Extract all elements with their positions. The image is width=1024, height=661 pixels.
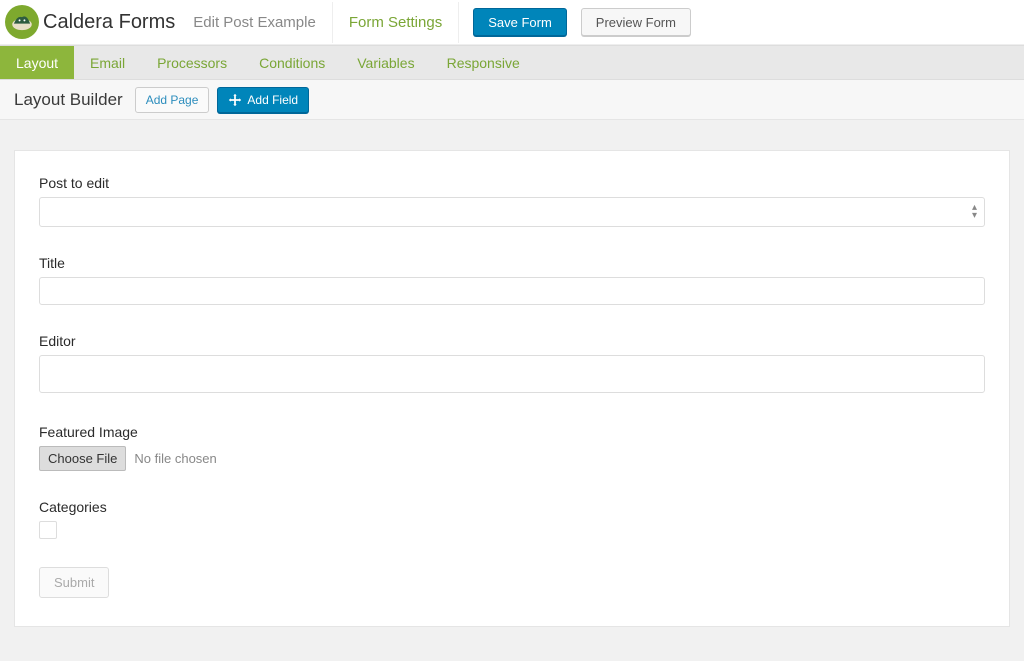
editor-label: Editor (39, 333, 985, 349)
add-field-label: Add Field (247, 94, 298, 106)
field-categories: Categories (39, 499, 985, 539)
caldera-icon (9, 9, 35, 35)
tab-processors[interactable]: Processors (141, 46, 243, 79)
featured-image-label: Featured Image (39, 424, 985, 440)
post-to-edit-select-wrap: ▴▾ (39, 197, 985, 227)
title-input[interactable] (39, 277, 985, 305)
page-subtitle: Edit Post Example (193, 14, 316, 31)
brand-title: Caldera Forms (43, 11, 175, 34)
move-icon (228, 93, 242, 107)
categories-checkbox[interactable] (39, 521, 57, 539)
brand-logo (5, 5, 39, 39)
file-status: No file chosen (134, 451, 216, 466)
save-button[interactable]: Save Form (473, 8, 567, 36)
tab-layout[interactable]: Layout (0, 46, 74, 79)
preview-button[interactable]: Preview Form (581, 8, 691, 36)
field-title: Title (39, 255, 985, 305)
tab-responsive[interactable]: Responsive (431, 46, 536, 79)
top-bar: Caldera Forms Edit Post Example Form Set… (0, 0, 1024, 45)
tabs-bar: Layout Email Processors Conditions Varia… (0, 45, 1024, 80)
submit-button[interactable]: Submit (39, 567, 109, 598)
field-post-to-edit: Post to edit ▴▾ (39, 175, 985, 227)
field-editor: Editor (39, 333, 985, 396)
editor-textarea[interactable] (39, 355, 985, 393)
add-field-button[interactable]: Add Field (217, 87, 309, 113)
post-to-edit-select[interactable] (39, 197, 985, 227)
form-preview-card: Post to edit ▴▾ Title Editor Featured Im… (14, 150, 1010, 627)
toolbar-title: Layout Builder (14, 90, 123, 110)
field-featured-image: Featured Image Choose File No file chose… (39, 424, 985, 471)
add-page-button[interactable]: Add Page (135, 87, 210, 113)
content-area: Post to edit ▴▾ Title Editor Featured Im… (0, 120, 1024, 641)
choose-file-button[interactable]: Choose File (39, 446, 126, 471)
categories-label: Categories (39, 499, 985, 515)
title-label: Title (39, 255, 985, 271)
file-row: Choose File No file chosen (39, 446, 985, 471)
post-to-edit-label: Post to edit (39, 175, 985, 191)
tab-variables[interactable]: Variables (341, 46, 430, 79)
tab-conditions[interactable]: Conditions (243, 46, 341, 79)
tab-email[interactable]: Email (74, 46, 141, 79)
form-settings-link[interactable]: Form Settings (332, 2, 459, 43)
builder-toolbar: Layout Builder Add Page Add Field (0, 80, 1024, 120)
